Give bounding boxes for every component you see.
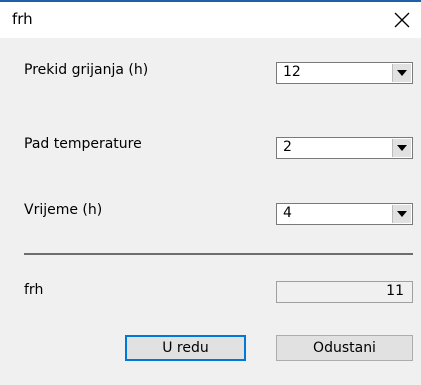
cancel-button[interactable]: Odustani [276, 335, 413, 361]
combo-value: 12 [283, 64, 301, 80]
label-frh: frh [24, 282, 44, 298]
close-button[interactable] [388, 6, 416, 34]
label-vrijeme: Vrijeme (h) [24, 202, 103, 218]
ok-button[interactable]: U redu [125, 335, 246, 361]
combo-vrijeme[interactable]: 4 [276, 203, 413, 225]
chevron-down-icon[interactable] [392, 139, 411, 157]
label-prekid-grijanja: Prekid grijanja (h) [24, 62, 149, 78]
combo-prekid-grijanja[interactable]: 12 [276, 62, 413, 84]
chevron-down-icon[interactable] [392, 205, 411, 223]
combo-pad-temperature[interactable]: 2 [276, 137, 413, 159]
chevron-down-icon[interactable] [392, 64, 411, 82]
dialog-body: Prekid grijanja (h) 12 Pad temperature 2… [0, 38, 421, 385]
close-icon [394, 12, 410, 28]
frh-result-field: 11 [276, 281, 413, 303]
combo-value: 4 [283, 205, 292, 221]
frh-result-value: 11 [386, 283, 404, 299]
combo-value: 2 [283, 139, 292, 155]
title-bar[interactable]: frh [0, 2, 421, 38]
separator [24, 253, 413, 255]
window-title: frh [12, 10, 33, 28]
label-pad-temperature: Pad temperature [24, 136, 142, 152]
